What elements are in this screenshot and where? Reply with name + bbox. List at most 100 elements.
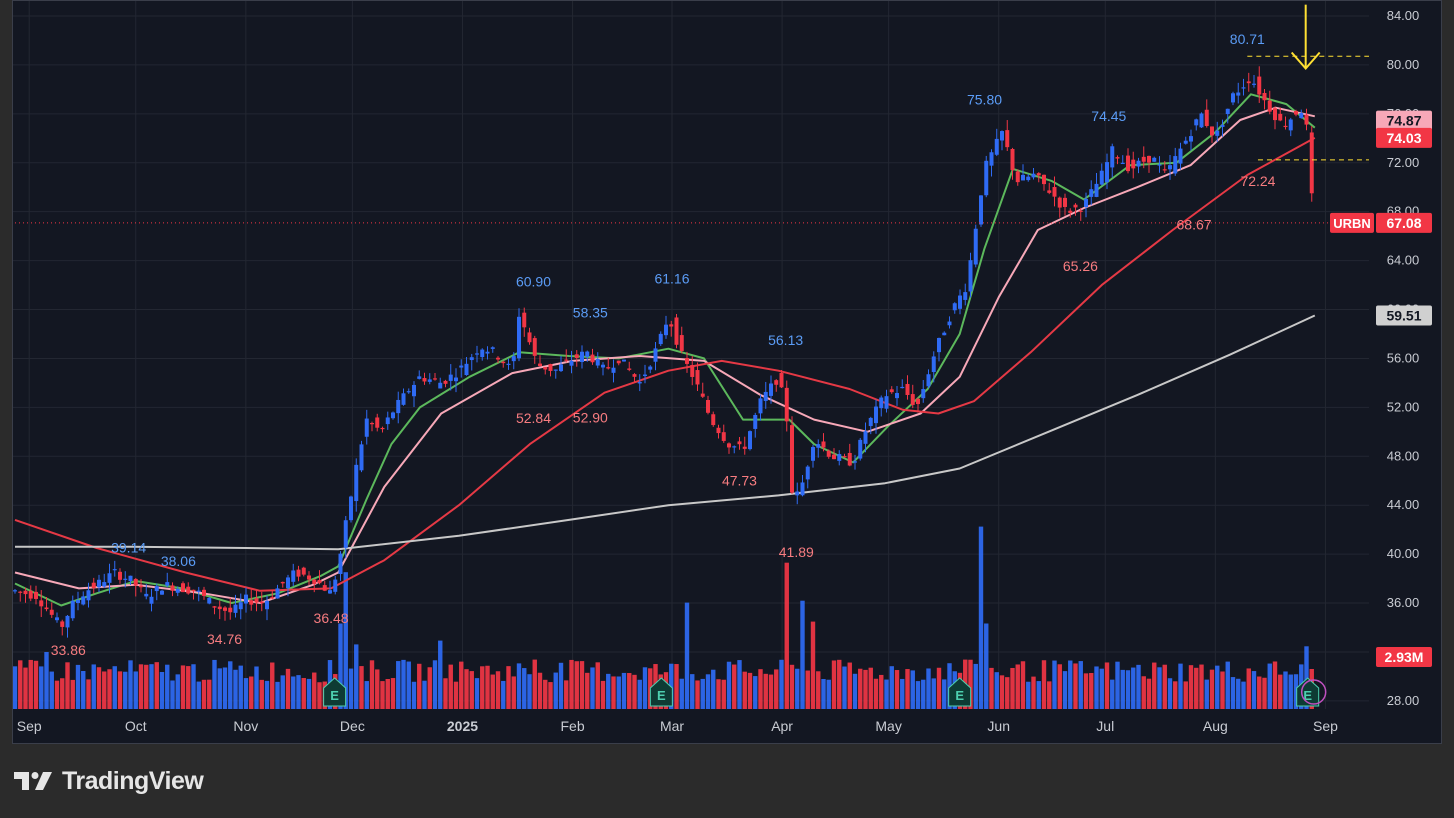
candle-body bbox=[322, 585, 327, 591]
candle-body bbox=[443, 380, 448, 384]
candle-body bbox=[280, 581, 285, 584]
x-tick-label: Oct bbox=[125, 718, 147, 734]
x-tick-label: Dec bbox=[340, 718, 365, 734]
candle-body bbox=[1126, 155, 1130, 172]
volume-bar bbox=[23, 667, 28, 709]
candle-body bbox=[338, 553, 343, 575]
candle-body bbox=[853, 461, 857, 463]
candle-body bbox=[926, 374, 931, 387]
volume-bar bbox=[501, 680, 506, 709]
volume-bar bbox=[459, 661, 464, 709]
volume-bar bbox=[810, 621, 816, 709]
candle-body bbox=[1094, 183, 1099, 197]
volume-bar bbox=[296, 675, 301, 709]
volume-bar bbox=[495, 671, 501, 709]
candle-body bbox=[784, 387, 789, 422]
candle-body bbox=[753, 414, 758, 429]
candle-body bbox=[259, 601, 264, 604]
tradingview-logo[interactable]: TradingView bbox=[14, 764, 204, 798]
candle-body bbox=[832, 454, 836, 460]
volume-bar bbox=[732, 664, 737, 709]
candle-body bbox=[548, 364, 553, 371]
candle-body bbox=[653, 348, 658, 362]
chart-panel[interactable]: EEEE 33.86 39.14 38.06 34.76 36.48 60.90 52.84… bbox=[12, 0, 1442, 744]
volume-bar bbox=[60, 678, 65, 709]
candle-body bbox=[1000, 131, 1004, 141]
volume-bar bbox=[805, 670, 810, 709]
volume-bar bbox=[1120, 669, 1125, 709]
price-chart[interactable]: EEEE 33.8639.1438.0634.7636.4860.9052.84… bbox=[12, 1, 1441, 743]
candle-body bbox=[112, 569, 117, 571]
candle-body bbox=[1273, 108, 1277, 121]
volume-bar bbox=[65, 662, 70, 709]
candle-body bbox=[448, 374, 453, 381]
candle-body bbox=[76, 600, 80, 604]
candle-body bbox=[543, 367, 548, 370]
price-tag-value: 74.03 bbox=[1386, 130, 1421, 146]
candle-body bbox=[380, 427, 385, 430]
volume-bar bbox=[679, 678, 684, 709]
volume-bar bbox=[170, 680, 175, 709]
volume-bar bbox=[595, 662, 600, 709]
candle-body bbox=[1173, 156, 1178, 174]
candle-body bbox=[207, 597, 212, 604]
volume-bar bbox=[532, 659, 537, 709]
candle-body bbox=[254, 598, 259, 603]
candle-body bbox=[958, 295, 962, 309]
y-tick-label: 28.00 bbox=[1387, 693, 1420, 708]
candle-body bbox=[601, 364, 605, 368]
candle-body bbox=[811, 447, 815, 461]
volume-bar bbox=[1020, 661, 1026, 709]
volume-bar bbox=[753, 676, 758, 709]
candle-body bbox=[217, 606, 222, 610]
volume-bar bbox=[632, 674, 637, 709]
volume-bar bbox=[1141, 676, 1146, 709]
volume-bar bbox=[574, 661, 579, 709]
earnings-letter: E bbox=[657, 688, 666, 703]
volume-bar bbox=[889, 666, 894, 709]
volume-bar bbox=[180, 665, 186, 709]
volume-bar bbox=[96, 667, 102, 709]
volume-bar bbox=[12, 666, 18, 709]
candle-body bbox=[1136, 160, 1141, 167]
candle-body bbox=[1115, 157, 1120, 159]
candle-body bbox=[790, 425, 794, 493]
candle-body bbox=[527, 332, 532, 343]
volume-bar bbox=[422, 680, 427, 709]
volume-bar bbox=[553, 672, 558, 709]
volume-bar bbox=[474, 678, 480, 709]
volume-bar bbox=[401, 659, 406, 709]
volume-bar bbox=[196, 681, 201, 709]
volume-bar bbox=[831, 660, 837, 709]
candle-body bbox=[1073, 204, 1078, 208]
volume-bar bbox=[548, 682, 553, 709]
candle-body bbox=[553, 369, 558, 371]
candle-body bbox=[91, 582, 96, 589]
volume-bar bbox=[915, 681, 921, 709]
volume-bar bbox=[1115, 661, 1120, 709]
volume-bar bbox=[369, 660, 375, 709]
volume-bar bbox=[606, 673, 611, 709]
volume-bar bbox=[1267, 663, 1272, 709]
candle-body bbox=[464, 363, 469, 376]
volume-bar bbox=[375, 669, 380, 709]
candle-body bbox=[632, 374, 637, 377]
candle-body bbox=[1036, 173, 1041, 176]
candle-body bbox=[1215, 130, 1220, 136]
candle-body bbox=[895, 393, 899, 399]
volume-bar bbox=[994, 672, 999, 709]
volume-bar bbox=[1089, 672, 1094, 709]
candle-body bbox=[1183, 140, 1188, 144]
x-tick-label: Jul bbox=[1096, 718, 1114, 734]
volume-bar bbox=[774, 669, 779, 709]
candle-body bbox=[732, 446, 737, 448]
volume-bar bbox=[1236, 678, 1241, 709]
candle-body bbox=[1152, 157, 1157, 162]
volume-bar bbox=[558, 662, 564, 709]
candle-body bbox=[1304, 114, 1309, 125]
candle-body bbox=[270, 597, 275, 599]
candle-body bbox=[716, 427, 721, 434]
candle-body bbox=[685, 357, 689, 364]
candle-body bbox=[795, 491, 800, 496]
candle-body bbox=[1246, 81, 1251, 84]
